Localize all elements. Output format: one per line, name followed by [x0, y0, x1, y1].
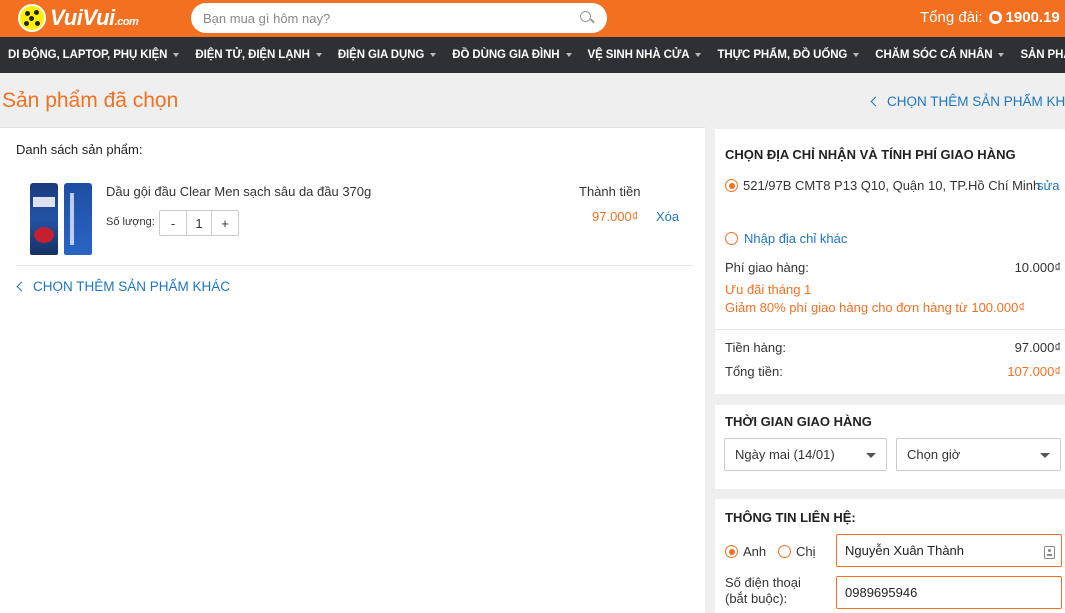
chevron-down-icon: [315, 53, 322, 57]
cart-panel: Danh sách sản phẩm: Dầu gội đầu Clear Me…: [0, 127, 705, 613]
gender-option-mr[interactable]: Anh: [725, 544, 766, 559]
shipping-card: CHỌN ĐỊA CHỈ NHẬN VÀ TÍNH PHÍ GIAO HÀNG …: [715, 129, 1065, 394]
chevron-left-icon: [16, 281, 27, 292]
promo-detail: Giảm 80% phí giao hàng cho đơn hàng từ 1…: [725, 300, 1025, 315]
gender-radio-ms[interactable]: [778, 545, 791, 558]
hotline: Tổng đài: 1900.19: [920, 9, 1060, 26]
line-total-label: Thành tiền: [579, 184, 641, 199]
other-address-option[interactable]: Nhập địa chỉ khác: [725, 231, 847, 246]
category-nav: DI ĐỘNG, LAPTOP, PHỤ KIỆN ĐIỆN TỬ, ĐIỆN …: [0, 37, 1065, 73]
gender-radio-mr[interactable]: [725, 545, 738, 558]
nav-item-baby[interactable]: SẢN PHẨM CHO BÉ: [1012, 37, 1065, 73]
product-name[interactable]: Dầu gội đầu Clear Men sạch sâu da đầu 37…: [106, 184, 371, 199]
chevron-down-icon: [430, 53, 437, 57]
phone-field[interactable]: [836, 576, 1062, 609]
nav-item-cleaning[interactable]: VỆ SINH NHÀ CỬA: [580, 37, 710, 73]
product-image[interactable]: [30, 183, 92, 257]
logo-text: VuiVui.com: [50, 5, 139, 30]
search-input[interactable]: [203, 10, 579, 26]
saved-address-option[interactable]: 521/97B CMT8 P13 Q10, Quận 10, TP.Hồ Chí…: [725, 177, 1059, 195]
nav-item-electronics[interactable]: ĐIỆN TỬ, ĐIỆN LẠNH: [187, 37, 329, 73]
product-price: 97.000₫: [592, 209, 639, 224]
phone-icon: [988, 11, 1002, 24]
delivery-time-card: THỜI GIAN GIAO HÀNG Ngày mai (14/01) Chọ…: [715, 405, 1065, 489]
divider: [715, 329, 1065, 330]
nav-item-mobile[interactable]: DI ĐỘNG, LAPTOP, PHỤ KIỆN: [0, 37, 187, 73]
chevron-left-icon: [870, 96, 881, 107]
delivery-time-title: THỜI GIAN GIAO HÀNG: [725, 414, 872, 429]
chevron-down-icon: [695, 53, 702, 57]
chevron-down-icon: [565, 53, 572, 57]
nav-item-household[interactable]: ĐỒ DÙNG GIA ĐÌNH: [444, 37, 579, 73]
edit-address-button[interactable]: sửa: [1037, 177, 1059, 195]
shipping-fee-row: Phí giao hàng: 10.000₫: [725, 260, 1061, 275]
chevron-down-icon: [998, 53, 1005, 57]
quantity-label: Số lượng:: [106, 216, 155, 228]
more-products-link-top[interactable]: CHỌN THÊM SẢN PHẨM KHÁC: [870, 94, 1065, 109]
total-row: Tổng tiền: 107.000₫: [725, 364, 1061, 379]
shipping-title: CHỌN ĐỊA CHỈ NHẬN VÀ TÍNH PHÍ GIAO HÀNG: [725, 147, 1016, 162]
hotline-number[interactable]: 1900.19: [1006, 9, 1060, 26]
logo-icon: [18, 4, 46, 32]
chevron-down-icon: [853, 53, 860, 57]
contact-card-icon: [1044, 546, 1055, 559]
cart-item: Dầu gội đầu Clear Men sạch sâu da đầu 37…: [16, 173, 693, 266]
quantity-value[interactable]: 1: [186, 211, 212, 235]
search-icon[interactable]: [579, 10, 595, 26]
total-value: 107.000₫: [1007, 364, 1061, 379]
quantity-increase-button[interactable]: +: [212, 211, 238, 235]
search-box: [191, 3, 607, 33]
page-title: Sản phẩm đã chọn: [2, 89, 179, 112]
delivery-date-select[interactable]: Ngày mai (14/01): [724, 438, 887, 471]
gender-option-ms[interactable]: Chị: [778, 544, 816, 559]
quantity-stepper: - 1 +: [159, 210, 239, 236]
cart-list-title: Danh sách sản phẩm:: [16, 142, 143, 157]
name-field[interactable]: [836, 534, 1062, 567]
nav-item-food[interactable]: THỰC PHẨM, ĐỒ UỐNG: [709, 37, 867, 73]
contact-card: THÔNG TIN LIÊN HỆ: Anh Chị Số điện thoại…: [715, 499, 1065, 613]
other-address-radio[interactable]: [725, 232, 738, 245]
more-products-link[interactable]: CHỌN THÊM SẢN PHẨM KHÁC: [16, 279, 230, 294]
quantity-decrease-button[interactable]: -: [160, 211, 186, 235]
delivery-hour-select[interactable]: Chọn giờ: [896, 438, 1061, 471]
top-header: VuiVui.com Tổng đài: 1900.19: [0, 0, 1065, 37]
phone-label: Số điện thoại (bắt buộc):: [725, 575, 801, 606]
vuivui-logo[interactable]: VuiVui.com: [18, 4, 139, 32]
address-radio-selected[interactable]: [725, 179, 738, 192]
nav-item-appliances[interactable]: ĐIỆN GIA DỤNG: [330, 37, 444, 73]
promo-title: Ưu đãi tháng 1: [725, 282, 812, 297]
subtotal-row: Tiền hàng: 97.000₫: [725, 340, 1061, 355]
contact-title: THÔNG TIN LIÊN HỆ:: [725, 510, 856, 525]
chevron-down-icon: [173, 53, 180, 57]
hotline-label: Tổng đài:: [920, 9, 983, 26]
dropdown-arrow-icon: [866, 453, 876, 458]
dropdown-arrow-icon: [1040, 453, 1050, 458]
nav-item-personal-care[interactable]: CHĂM SÓC CÁ NHÂN: [867, 37, 1012, 73]
remove-item-button[interactable]: Xóa: [656, 209, 679, 224]
address-text: 521/97B CMT8 P13 Q10, Quận 10, TP.Hồ Chí…: [743, 178, 1041, 193]
